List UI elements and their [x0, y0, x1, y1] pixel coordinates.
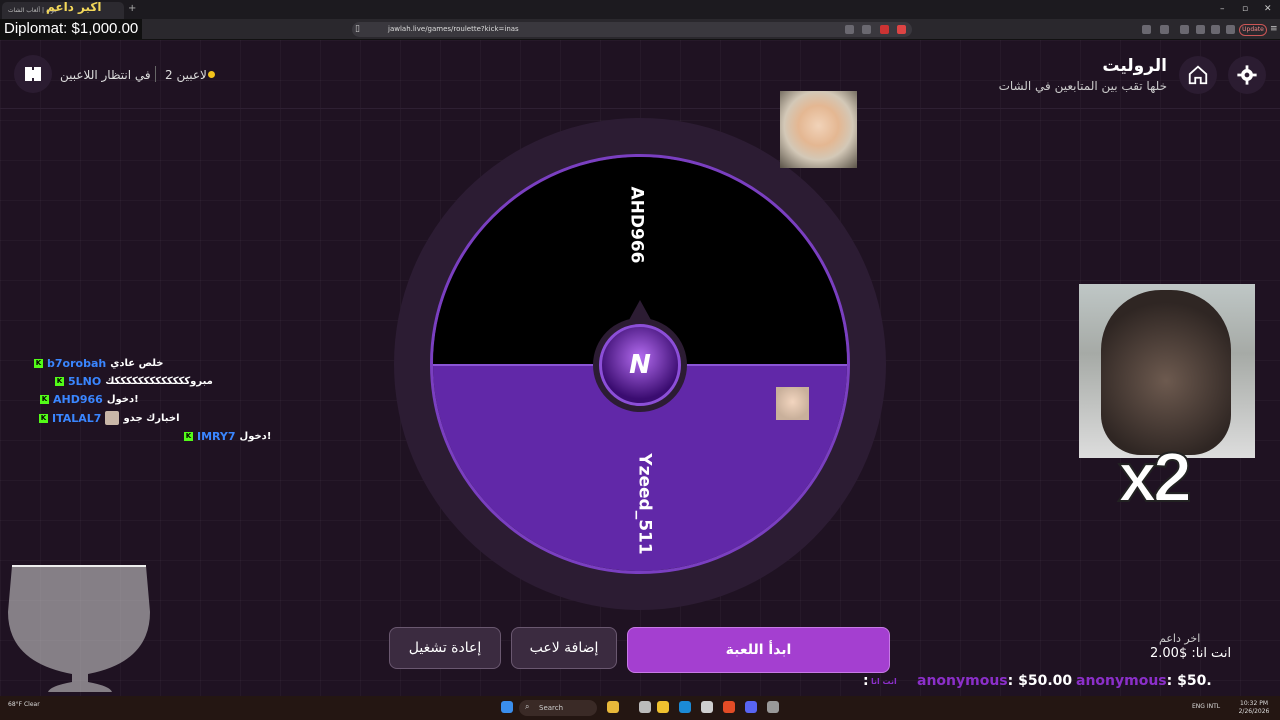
kick-logo-icon[interactable]	[14, 55, 52, 93]
chat-username[interactable]: b7orobah	[47, 357, 106, 370]
add-player-button[interactable]: إضافة لاعب	[511, 627, 617, 669]
restart-button[interactable]: إعادة تشغيل	[389, 627, 501, 669]
last-donor-amount: انت انا: $2.00	[1150, 646, 1232, 661]
zoom-icon[interactable]	[845, 25, 854, 34]
kick-badge-icon: K	[34, 359, 43, 368]
store-icon[interactable]	[701, 701, 713, 713]
home-button[interactable]	[1179, 56, 1217, 94]
brave-shield-icon[interactable]	[880, 25, 889, 34]
multiplier-label: x2	[1117, 437, 1193, 517]
brave-rewards-icon[interactable]	[897, 25, 906, 34]
alert-face	[1101, 290, 1231, 455]
segment-label: Yzeed_511	[634, 453, 655, 555]
file-explorer-icon[interactable]	[657, 701, 669, 713]
kick-badge-icon: K	[39, 413, 48, 423]
url-text[interactable]: jawlah.live/games/roulette?kick=inas	[388, 25, 519, 33]
chat-username[interactable]: AHD966	[53, 393, 103, 406]
kick-badge-icon: K	[55, 377, 64, 386]
chat-avatar	[105, 411, 120, 425]
sticker-image-small	[776, 387, 809, 420]
segment-label: AHD966	[626, 186, 647, 264]
chat-text: دخول!	[239, 431, 272, 442]
header-divider	[0, 108, 1280, 109]
wallet-icon[interactable]	[1211, 25, 1220, 34]
chat-message: K AHD966 دخول!	[40, 393, 139, 406]
edge-icon[interactable]	[679, 701, 691, 713]
taskbar-search[interactable]: Search	[519, 700, 597, 716]
extension-icon[interactable]	[1160, 25, 1169, 34]
brave-icon[interactable]	[723, 701, 735, 713]
chat-text: مبروكككككككككككككك	[105, 376, 213, 387]
home-icon	[1188, 65, 1208, 85]
maximize-icon[interactable]: ▫	[1242, 4, 1248, 14]
tabs-icon[interactable]	[1196, 25, 1205, 34]
chat-message: K 5LNO مبروكككككككككككككك	[55, 375, 213, 388]
new-tab-icon[interactable]: +	[128, 3, 136, 14]
last-donor-label: اخر داعم	[1159, 632, 1201, 645]
chat-username[interactable]: ITALAL7	[52, 412, 101, 425]
chat-username[interactable]: 5LNO	[68, 375, 101, 388]
gear-icon	[1237, 65, 1257, 85]
top-donor-label: اكبر داعم	[46, 0, 102, 14]
hub-logo: N	[599, 324, 681, 406]
ticker-hint: انت انا	[871, 677, 897, 686]
chat-text: اخبارك جدو	[123, 412, 180, 424]
browser-tabbar: جولة | ألعاب الشات + – ▫ ✕	[0, 0, 1280, 19]
extensions-icon[interactable]	[1142, 25, 1151, 34]
task-view-icon[interactable]	[639, 701, 651, 713]
obs-icon[interactable]	[767, 701, 779, 713]
clock-time[interactable]: 10:32 PM	[1236, 700, 1272, 707]
start-icon[interactable]	[501, 701, 513, 713]
chat-message: K b7orobah خلص عادي	[34, 357, 164, 370]
search-icon: ⌕	[525, 702, 530, 711]
status-divider	[155, 66, 156, 82]
wheel-pointer	[629, 300, 651, 320]
sticker-image	[780, 91, 857, 168]
settings-button[interactable]	[1228, 56, 1266, 94]
close-icon[interactable]: ✕	[1264, 4, 1272, 14]
players-count: 2 لاعبين	[165, 68, 207, 82]
clock-date[interactable]: 2/26/2026	[1236, 708, 1272, 715]
kick-badge-icon: K	[40, 395, 49, 404]
minimize-icon[interactable]: –	[1220, 4, 1225, 14]
ticker-start: :	[863, 673, 869, 689]
page-title: الروليت	[1102, 56, 1167, 76]
donation-ticker-item: anonymous: $50.	[1076, 673, 1212, 689]
language-indicator[interactable]: ENG INTL	[1192, 703, 1220, 710]
start-game-button[interactable]: ابدأ اللعبة	[627, 627, 890, 673]
weather-widget[interactable]: 68°F Clear	[8, 701, 40, 708]
chat-username[interactable]: IMRY7	[197, 430, 236, 443]
chat-text: دخول!	[106, 394, 139, 405]
donation-ticker-item: anonymous: $50.00	[917, 673, 1073, 689]
glass-image	[0, 562, 160, 700]
vpn-icon[interactable]	[1226, 25, 1235, 34]
status-dot	[208, 71, 215, 78]
update-button[interactable]: Update	[1239, 24, 1267, 36]
waiting-status: في انتظار اللاعبين	[60, 68, 151, 82]
menu-icon[interactable]: ≡	[1270, 24, 1278, 34]
bookmark-icon[interactable]: ▯	[355, 24, 360, 34]
chat-message: K IMRY7 دخول!	[184, 430, 271, 443]
diplomat-banner: Diplomat: $1,000.00	[0, 19, 143, 39]
chat-message: K ITALAL7 اخبارك جدو	[39, 411, 180, 425]
page-subtitle: خلها تقب بين المتابعين في الشات	[998, 79, 1167, 93]
widgets-icon[interactable]	[607, 701, 619, 713]
kick-badge-icon: K	[184, 432, 193, 441]
share-icon[interactable]	[862, 25, 871, 34]
chat-text: خلص عادي	[110, 358, 164, 369]
sidebar-icon[interactable]	[1180, 25, 1189, 34]
discord-icon[interactable]	[745, 701, 757, 713]
